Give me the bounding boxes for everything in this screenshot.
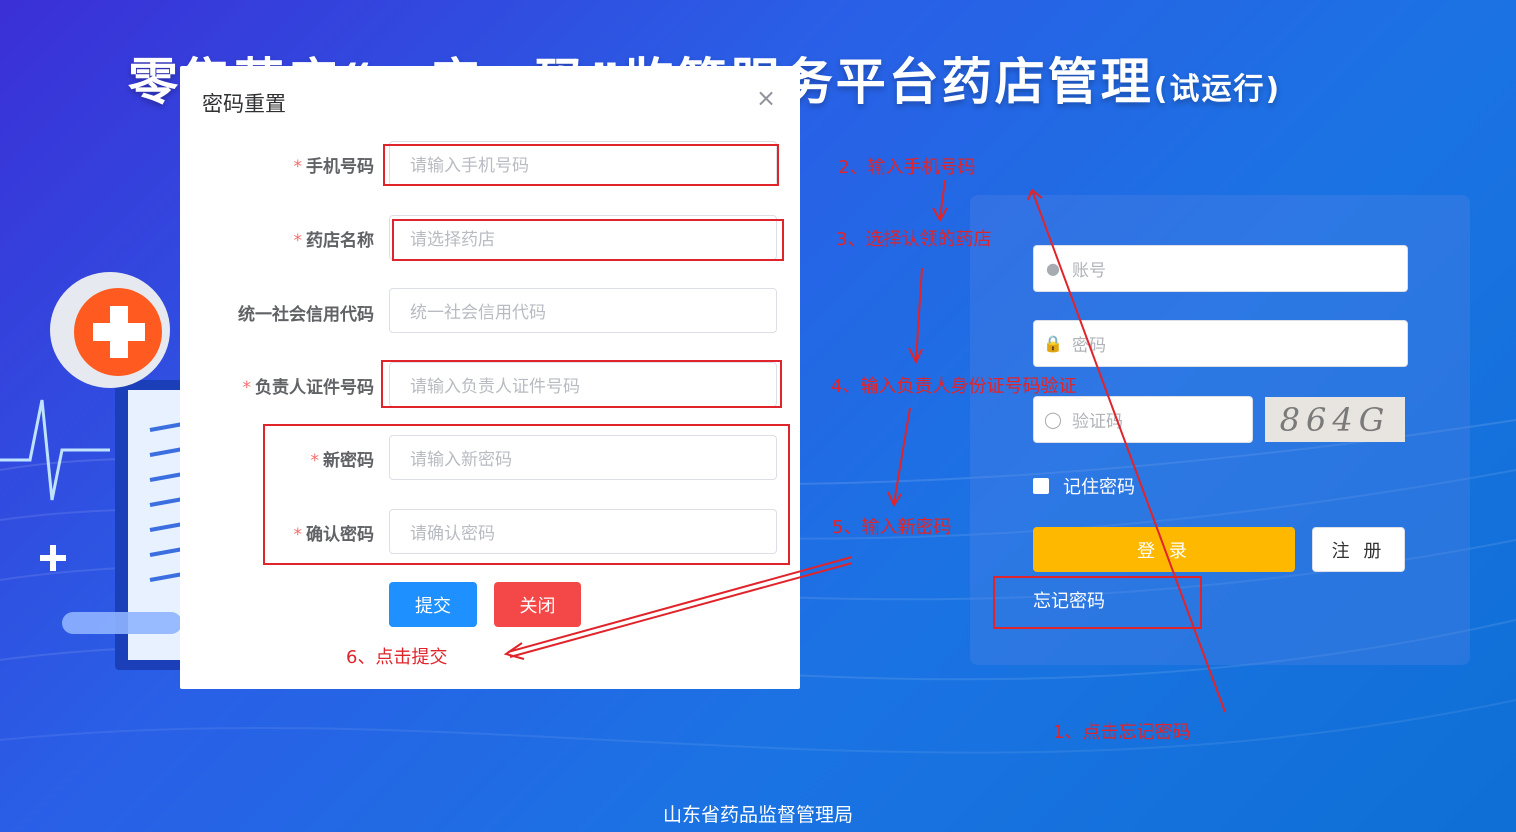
submit-button[interactable]: 提交 — [389, 582, 477, 627]
annotation-step3: 3、选择认领的药店 — [836, 229, 992, 250]
account-placeholder: 账号 — [1072, 261, 1106, 281]
annotation-step1: 1、点击忘记密码 — [1053, 722, 1191, 743]
password-placeholder: 密码 — [1072, 336, 1106, 356]
credit-code-label: 统一社会信用代码 — [238, 305, 374, 325]
shield-icon: ◯ — [1044, 410, 1062, 429]
register-button[interactable]: 注 册 — [1312, 527, 1405, 572]
remember-label: 记住密码 — [1063, 477, 1135, 498]
annotation-step4: 4、输入负责人身份证号码验证 — [831, 376, 1077, 397]
annotation-step5: 5、输入新密码 — [832, 517, 952, 538]
credit-code-input[interactable]: 统一社会信用代码 — [389, 288, 777, 333]
highlight-phone — [383, 144, 779, 186]
lock-icon: 🔒 — [1043, 334, 1063, 353]
annotation-step2: 2、输入手机号码 — [838, 157, 976, 178]
modal-title: 密码重置 — [202, 92, 286, 116]
highlight-pharmacy — [392, 219, 784, 261]
password-input[interactable]: 🔒 密码 — [1033, 320, 1408, 367]
close-icon[interactable]: × — [756, 84, 776, 112]
pharmacy-name-label: * 药店名称 — [293, 231, 375, 251]
highlight-id-number — [381, 360, 782, 408]
footer-text: 山东省药品监督管理局 — [662, 804, 853, 826]
page-title-suffix: (试运行) — [1153, 72, 1282, 107]
account-input[interactable]: ● 账号 — [1033, 245, 1408, 292]
captcha-input[interactable]: ◯ 验证码 — [1033, 396, 1253, 443]
remember-checkbox[interactable] — [1033, 478, 1049, 494]
remember-password[interactable]: 记住密码 — [1033, 473, 1135, 499]
highlight-passwords — [263, 424, 790, 565]
highlight-forgot — [993, 576, 1202, 629]
captcha-placeholder: 验证码 — [1072, 412, 1123, 432]
annotation-step6: 6、点击提交 — [346, 647, 448, 668]
user-icon: ● — [1046, 259, 1060, 278]
close-button[interactable]: 关闭 — [494, 582, 581, 627]
login-button[interactable]: 登 录 — [1033, 527, 1295, 572]
captcha-image[interactable]: 864G — [1265, 397, 1405, 442]
phone-label: * 手机号码 — [293, 157, 375, 177]
id-number-label: * 负责人证件号码 — [242, 378, 375, 398]
